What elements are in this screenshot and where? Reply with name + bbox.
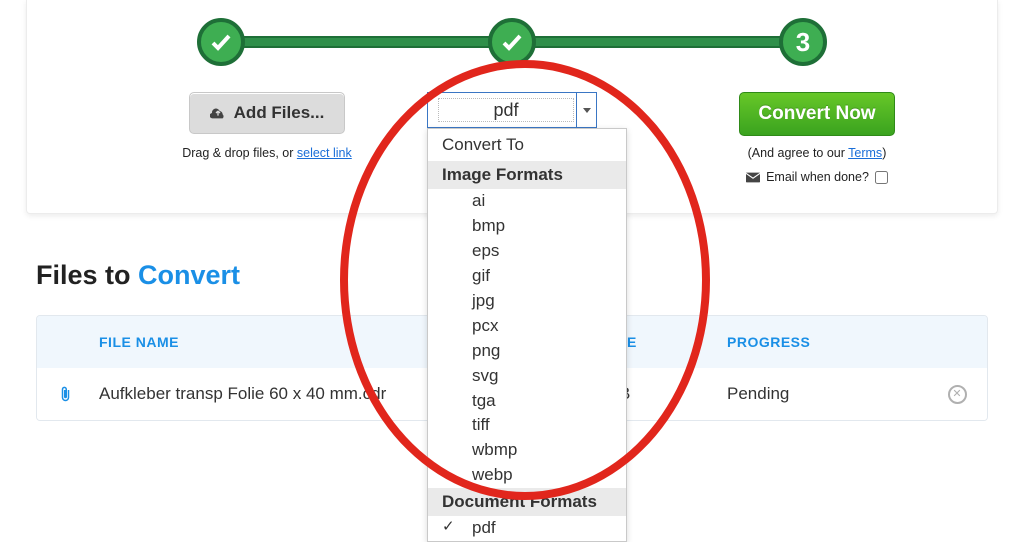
add-files-label: Add Files... <box>234 103 325 123</box>
agree-text: (And agree to our Terms) <box>717 146 917 160</box>
add-files-button[interactable]: Add Files... <box>189 92 346 134</box>
email-row: Email when done? <box>717 170 917 184</box>
format-option-eps[interactable]: eps <box>428 239 626 264</box>
chevron-down-icon <box>576 93 596 127</box>
email-label: Email when done? <box>766 170 869 184</box>
terms-link[interactable]: Terms <box>848 146 882 160</box>
dropdown-group-document: Document Formats <box>428 488 626 516</box>
step-3-label: 3 <box>796 27 810 58</box>
step-3-circle: 3 <box>779 18 827 66</box>
step-2-done-icon <box>488 18 536 66</box>
files-heading-accent: Convert <box>138 260 240 290</box>
format-option-svg[interactable]: svg <box>428 364 626 389</box>
format-option-bmp[interactable]: bmp <box>428 214 626 239</box>
format-option-pcx[interactable]: pcx <box>428 314 626 339</box>
format-select[interactable]: pdf <box>427 92 597 128</box>
email-checkbox[interactable] <box>875 171 888 184</box>
format-option-wbmp[interactable]: wbmp <box>428 438 626 463</box>
attachment-icon <box>37 385 93 404</box>
convert-now-button[interactable]: Convert Now <box>739 92 894 136</box>
format-option-pdf[interactable]: pdf <box>428 516 626 541</box>
format-option-ai[interactable]: ai <box>428 189 626 214</box>
format-option-jpg[interactable]: jpg <box>428 289 626 314</box>
col-progress: PROGRESS <box>727 334 927 350</box>
format-select-value: pdf <box>438 98 574 122</box>
file-progress: Pending <box>727 384 927 404</box>
upload-cloud-icon <box>210 106 226 120</box>
dropdown-convert-to-label: Convert To <box>428 129 626 161</box>
agree-suffix: ) <box>882 146 886 160</box>
add-files-column: Add Files... Drag & drop files, or selec… <box>147 92 387 160</box>
files-heading-prefix: Files to <box>36 260 138 290</box>
select-link[interactable]: select link <box>297 146 352 160</box>
format-option-tiff[interactable]: tiff <box>428 413 626 438</box>
format-column: pdf <box>402 92 622 133</box>
format-option-webp[interactable]: webp <box>428 463 626 488</box>
convert-column: Convert Now (And agree to our Terms) Ema… <box>717 92 917 184</box>
drag-hint: Drag & drop files, or select link <box>147 146 387 160</box>
drag-hint-prefix: Drag & drop files, or <box>182 146 297 160</box>
format-dropdown: Convert To Image Formats aibmpepsgifjpgp… <box>427 128 627 542</box>
progress-steps: 3 <box>197 18 827 66</box>
step-1-done-icon <box>197 18 245 66</box>
dropdown-group-image: Image Formats <box>428 161 626 189</box>
agree-prefix: (And agree to our <box>748 146 849 160</box>
format-option-gif[interactable]: gif <box>428 264 626 289</box>
remove-file-button[interactable]: ✕ <box>948 385 967 404</box>
format-option-tga[interactable]: tga <box>428 389 626 414</box>
mail-icon <box>746 172 760 183</box>
format-option-png[interactable]: png <box>428 339 626 364</box>
